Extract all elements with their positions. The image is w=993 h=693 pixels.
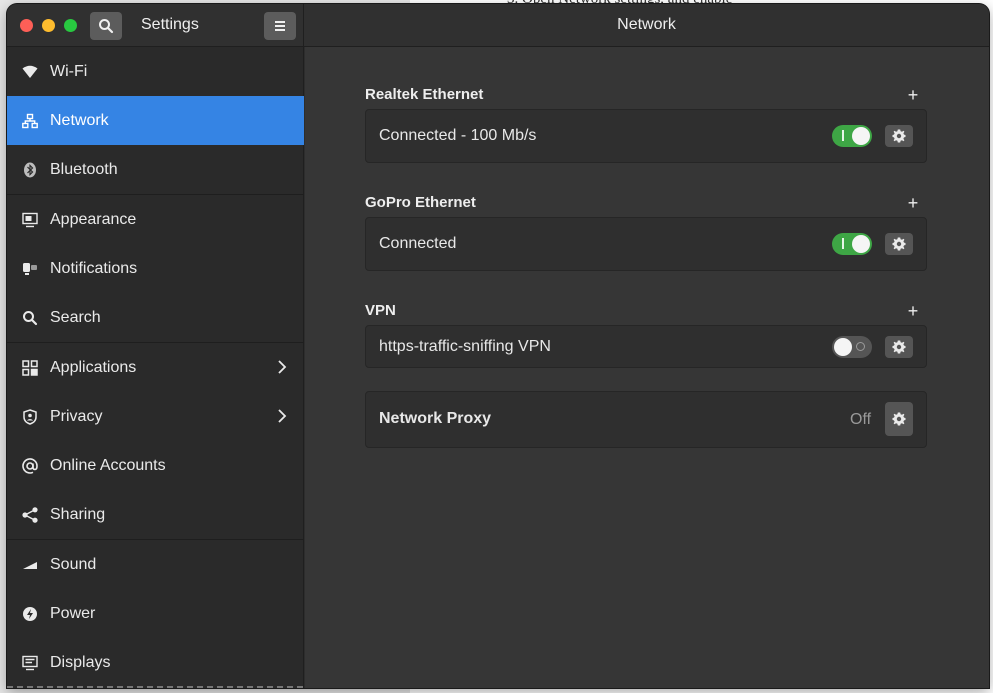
sidebar-item-bluetooth[interactable]: Bluetooth xyxy=(7,145,304,194)
hamburger-menu-icon xyxy=(275,21,285,31)
power-icon xyxy=(21,605,39,623)
chevron-right-icon xyxy=(278,360,287,374)
sidebar-item-notifications[interactable]: Notifications xyxy=(7,244,304,293)
sidebar-item-label: Appearance xyxy=(50,210,137,228)
sidebar-item-online-accounts[interactable]: Online Accounts xyxy=(7,441,304,490)
menu-button[interactable] xyxy=(264,12,296,40)
section-title-realtek-ethernet: Realtek Ethernet xyxy=(365,86,484,103)
network-proxy-settings-button[interactable] xyxy=(885,402,913,436)
connection-status: Connected - 100 Mb/s xyxy=(379,127,537,144)
network-panel: Realtek Ethernet + Connected - 100 Mb/s … xyxy=(305,47,989,688)
sidebar-scroll-edge xyxy=(7,686,304,688)
sound-icon xyxy=(21,556,39,574)
sidebar-item-wifi[interactable]: Wi-Fi xyxy=(7,47,304,96)
network-proxy-card[interactable]: Network Proxy Off xyxy=(365,391,927,448)
sidebar-item-appearance[interactable]: Appearance xyxy=(7,195,304,244)
displays-icon xyxy=(21,654,39,672)
titlebar: Settings Network xyxy=(7,4,989,47)
plus-icon: + xyxy=(907,301,919,321)
gear-icon xyxy=(892,237,906,251)
titlebar-left: Settings xyxy=(7,4,304,47)
realtek-ethernet-toggle[interactable] xyxy=(832,125,872,147)
sidebar-item-label: Applications xyxy=(50,358,137,376)
sidebar-item-search[interactable]: Search xyxy=(7,293,304,342)
gear-icon xyxy=(892,340,906,354)
sidebar-item-power[interactable]: Power xyxy=(7,589,304,638)
network-proxy-value: Off xyxy=(850,411,872,428)
sidebar-item-displays[interactable]: Displays xyxy=(7,638,304,687)
connection-status: Connected xyxy=(379,235,457,252)
sidebar-item-label: Search xyxy=(50,308,101,326)
sidebar-item-label: Wi-Fi xyxy=(50,62,88,80)
applications-icon xyxy=(21,359,39,377)
sidebar-item-label: Online Accounts xyxy=(50,456,166,474)
gopro-ethernet-toggle[interactable] xyxy=(832,233,872,255)
gopro-settings-button[interactable] xyxy=(885,233,913,255)
bluetooth-icon xyxy=(21,161,39,179)
add-vpn-button[interactable]: + xyxy=(906,301,920,321)
sidebar-item-privacy[interactable]: Privacy xyxy=(7,392,304,441)
search-icon xyxy=(99,19,114,34)
sharing-icon xyxy=(21,506,39,524)
sidebar-item-applications[interactable]: Applications xyxy=(7,343,304,392)
appearance-icon xyxy=(21,211,39,229)
sidebar-item-label: Bluetooth xyxy=(50,160,118,178)
settings-window: Settings Network Wi-Fi Network Bluetooth… xyxy=(7,4,989,688)
maximize-window-button[interactable] xyxy=(64,19,77,32)
sidebar-item-sharing[interactable]: Sharing xyxy=(7,490,304,539)
sidebar-item-label: Sharing xyxy=(50,505,106,523)
sidebar-item-label: Sound xyxy=(50,555,97,573)
wifi-icon xyxy=(21,63,39,81)
network-icon xyxy=(21,112,39,130)
gear-icon xyxy=(892,129,906,143)
sidebar-item-network[interactable]: Network xyxy=(7,96,304,145)
notifications-icon xyxy=(21,260,39,278)
plus-icon: + xyxy=(907,85,919,105)
sidebar-item-sound[interactable]: Sound xyxy=(7,540,304,589)
minimize-window-button[interactable] xyxy=(42,19,55,32)
page-title: Network xyxy=(617,16,676,33)
sidebar-item-label: Displays xyxy=(50,653,111,671)
search-button[interactable] xyxy=(90,12,122,40)
sidebar-item-label: Network xyxy=(50,111,109,129)
close-window-button[interactable] xyxy=(20,19,33,32)
settings-title: Settings xyxy=(141,16,199,33)
gopro-ethernet-card: Connected xyxy=(365,217,927,271)
plus-icon: + xyxy=(907,193,919,213)
sidebar-item-label: Power xyxy=(50,604,96,622)
gear-icon xyxy=(892,412,906,426)
chevron-right-icon xyxy=(278,409,287,423)
add-gopro-connection-button[interactable]: + xyxy=(906,193,920,213)
sidebar-item-label: Privacy xyxy=(50,407,103,425)
sidebar-item-label: Notifications xyxy=(50,259,138,277)
vpn-name: https-traffic-sniffing VPN xyxy=(379,338,551,355)
realtek-settings-button[interactable] xyxy=(885,125,913,147)
vpn-settings-button[interactable] xyxy=(885,336,913,358)
section-title-vpn: VPN xyxy=(365,302,396,319)
vpn-card: https-traffic-sniffing VPN xyxy=(365,325,927,368)
privacy-icon xyxy=(21,408,39,426)
section-title-gopro-ethernet: GoPro Ethernet xyxy=(365,194,476,211)
sidebar: Wi-Fi Network Bluetooth Appearance Notif… xyxy=(7,47,304,688)
online-accounts-icon xyxy=(21,457,39,475)
network-proxy-label: Network Proxy xyxy=(379,410,492,427)
add-realtek-connection-button[interactable]: + xyxy=(906,85,920,105)
vpn-toggle[interactable] xyxy=(832,336,872,358)
search-icon xyxy=(21,309,39,327)
realtek-ethernet-card: Connected - 100 Mb/s xyxy=(365,109,927,163)
